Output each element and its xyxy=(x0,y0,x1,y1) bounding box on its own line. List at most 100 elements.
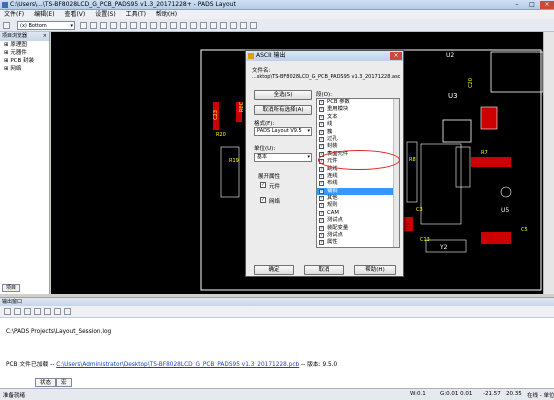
dialog-close-button[interactable]: × xyxy=(390,52,402,60)
toolbar-icon-13[interactable] xyxy=(200,22,207,29)
tree-item-nets[interactable]: ⊞ 网络 xyxy=(4,65,49,73)
item-checkbox[interactable]: ✓ xyxy=(319,218,324,224)
output-toolbar-icon-3[interactable] xyxy=(24,308,31,315)
toolbar-icon-4[interactable] xyxy=(110,22,117,29)
toolbar-icon-18[interactable] xyxy=(250,22,257,29)
item-checkbox[interactable]: ✓ xyxy=(319,100,324,105)
item-label: 连线 xyxy=(327,172,338,179)
cancel-button[interactable]: 取消 xyxy=(304,265,344,275)
project-browser-panel: 项目浏览器 × ⊞ 原理图 ⊞ 元器件 ⊞ PCB 封装 ⊞ 网络 项目 xyxy=(0,32,50,294)
tab-macro[interactable]: 宏 xyxy=(56,378,72,387)
deselect-all-button[interactable]: 取消所有选择(A) xyxy=(254,105,312,115)
list-item[interactable]: ✓ 测试点 xyxy=(317,217,399,224)
layer-select[interactable]: (x) Bottom ▾ xyxy=(17,21,75,30)
ic-outline xyxy=(420,143,462,225)
toolbar-icon-15[interactable] xyxy=(220,22,227,29)
close-button[interactable]: × xyxy=(540,1,554,9)
output-toolbar-icon-1[interactable] xyxy=(4,308,11,315)
output-toolbar-icon-2[interactable] xyxy=(14,308,21,315)
units-select[interactable]: 基本 ▾ xyxy=(254,153,312,162)
list-item[interactable]: ✓ 布线 xyxy=(317,180,399,187)
connector-outline xyxy=(490,51,543,93)
tree-item-parts[interactable]: ⊞ 元器件 xyxy=(4,49,49,57)
pcb-label: C20 xyxy=(467,78,474,88)
item-label: 装配变量 xyxy=(327,224,349,231)
select-all-button[interactable]: 全选(S) xyxy=(254,90,312,100)
toolbar-icon-3[interactable] xyxy=(100,22,107,29)
list-item[interactable]: ✓ 装配变量 xyxy=(317,225,399,232)
tab-status[interactable]: 状态 xyxy=(35,378,57,387)
dialog-icon xyxy=(248,53,254,59)
toolbar-icon-14[interactable] xyxy=(210,22,217,29)
item-checkbox[interactable]: ✓ xyxy=(319,240,324,246)
canvas-vertical-scrollbar[interactable] xyxy=(543,32,554,294)
item-checkbox[interactable]: ✓ xyxy=(319,196,324,202)
toolbar-icon-2[interactable] xyxy=(90,22,97,29)
toolbar-icon-10[interactable] xyxy=(170,22,177,29)
item-checkbox[interactable]: ✓ xyxy=(319,210,324,216)
list-item[interactable]: ✓ 重用模块 xyxy=(317,106,399,113)
item-checkbox[interactable]: ✓ xyxy=(319,114,324,120)
help-button[interactable]: 帮助(H) xyxy=(354,265,396,275)
menu-setup[interactable]: 设置(S) xyxy=(91,10,120,19)
toolbar-icon-8[interactable] xyxy=(150,22,157,29)
item-checkbox[interactable]: ✓ xyxy=(319,129,324,135)
item-checkbox[interactable]: ✓ xyxy=(319,181,324,187)
list-item[interactable]: ✓ 铺铜 xyxy=(317,187,399,196)
item-checkbox[interactable]: ✓ xyxy=(319,188,324,194)
menu-help[interactable]: 帮助(H) xyxy=(152,10,181,19)
red-annotation-ellipse xyxy=(318,150,400,170)
toolbar-icon-9[interactable] xyxy=(160,22,167,29)
menu-edit[interactable]: 编辑(E) xyxy=(30,10,58,19)
item-checkbox[interactable]: ✓ xyxy=(319,166,324,172)
menu-view[interactable]: 查看(V) xyxy=(60,10,89,19)
item-checkbox[interactable]: ✓ xyxy=(319,107,324,113)
network-checkbox[interactable]: ✓ xyxy=(260,197,266,203)
close-icon[interactable]: × xyxy=(43,32,47,41)
tree-item-schematic[interactable]: ⊞ 原理图 xyxy=(4,41,49,49)
item-label: CAM xyxy=(327,209,339,216)
minimize-button[interactable]: – xyxy=(510,1,524,9)
toolbar-icon-11[interactable] xyxy=(180,22,187,29)
item-label: 文本 xyxy=(327,113,338,120)
maximize-button[interactable]: □ xyxy=(525,1,539,9)
red-pad-3 xyxy=(471,157,511,167)
item-checkbox[interactable]: ✓ xyxy=(319,203,324,209)
list-item[interactable]: ✓ 线 xyxy=(317,121,399,128)
item-checkbox[interactable]: ✓ xyxy=(319,144,324,150)
left-component-outline xyxy=(220,146,240,198)
output-toolbar-icon-7[interactable] xyxy=(64,308,71,315)
item-checkbox[interactable]: ✓ xyxy=(319,173,324,179)
list-item[interactable]: ✓ 簇 xyxy=(317,129,399,136)
item-checkbox[interactable]: ✓ xyxy=(319,233,324,239)
output-toolbar-icon-4[interactable] xyxy=(34,308,41,315)
menu-file[interactable]: 文件(F) xyxy=(0,10,28,19)
item-label: 其他 xyxy=(327,195,338,202)
toolbar-icon-17[interactable] xyxy=(240,22,247,29)
toolbar-icon-1[interactable] xyxy=(80,22,87,29)
toolbar-icon-12[interactable] xyxy=(190,22,197,29)
output-toolbar-icon-5[interactable] xyxy=(44,308,51,315)
output-toolbar-icon-6[interactable] xyxy=(54,308,61,315)
list-scrollbar[interactable] xyxy=(393,99,399,247)
app-icon xyxy=(2,2,8,8)
project-browser-header: 项目浏览器 × xyxy=(0,32,49,41)
component-checkbox[interactable]: ✓ xyxy=(260,182,266,188)
item-checkbox[interactable]: ✓ xyxy=(319,225,324,231)
tree-item-pcb-decals[interactable]: ⊞ PCB 封装 xyxy=(4,57,49,65)
toolbar-icon-7[interactable] xyxy=(140,22,147,29)
menu-tools[interactable]: 工具(T) xyxy=(122,10,150,19)
item-checkbox[interactable]: ✓ xyxy=(319,122,324,128)
item-checkbox[interactable]: ✓ xyxy=(319,136,324,142)
list-item[interactable]: ✓ 属性 xyxy=(317,239,399,246)
output-sections-list[interactable]: ✓ PCB 参数 ✓ 重用模块 ✓ 文本 ✓ 线 ✓ 簇 ✓ 过孔 ✓ 封装 ✓ 表面元件 ✓ 元件 ✓ 跳线 ✓ 连线 ✓… xyxy=(316,98,400,248)
tab-project[interactable]: 项目 xyxy=(2,284,21,292)
format-select[interactable]: PADS Layout V9.5 ▾ xyxy=(254,127,312,136)
toolbar-icon-5[interactable] xyxy=(120,22,127,29)
toolbar-icon-6[interactable] xyxy=(130,22,137,29)
pcb-file-link[interactable]: C:\Users\Administrator\Desktop\TS-BF8028… xyxy=(56,362,299,368)
new-file-icon[interactable] xyxy=(3,22,10,29)
toolbar-icon-16[interactable] xyxy=(230,22,237,29)
ok-button[interactable]: 确定 xyxy=(254,265,294,275)
list-item[interactable]: ✓ 规则 xyxy=(317,202,399,209)
